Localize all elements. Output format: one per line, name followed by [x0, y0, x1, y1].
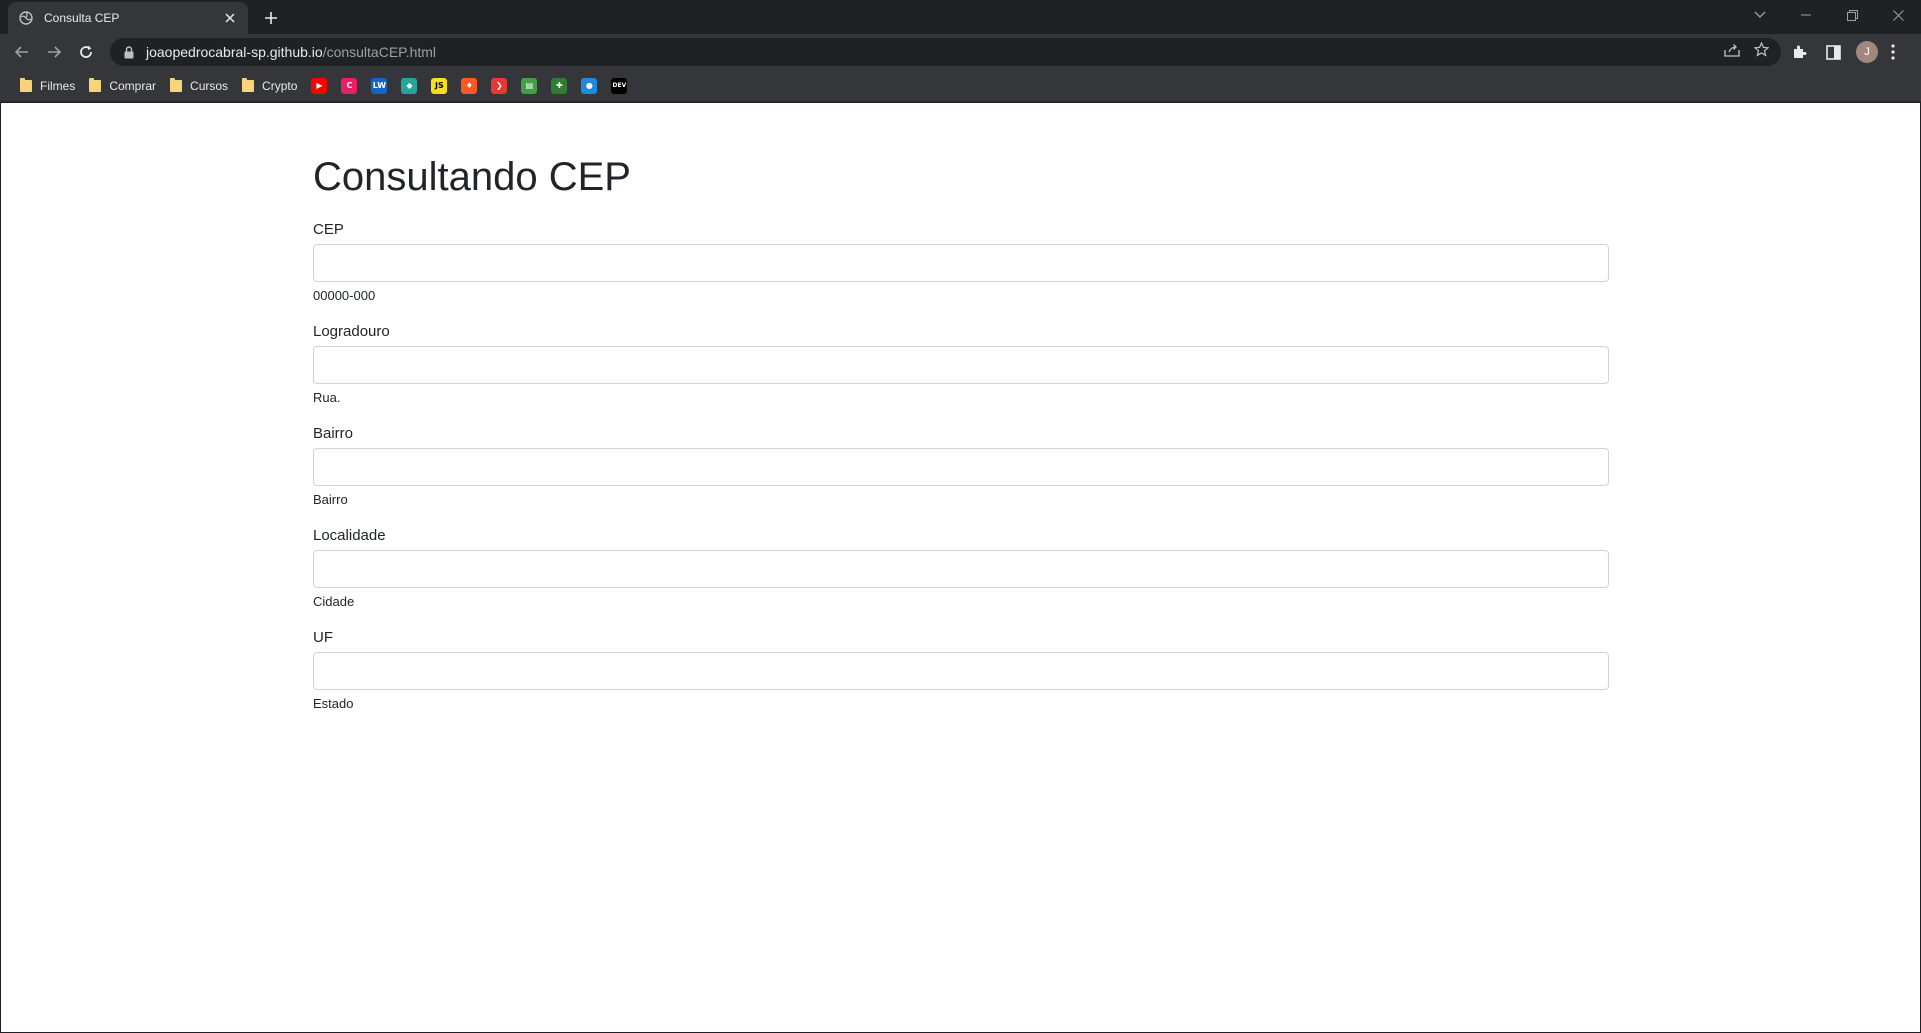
bookmark-label: Comprar — [109, 78, 157, 93]
bookmark-js[interactable]: JS — [425, 74, 453, 98]
field-logradouro: Logradouro Rua. — [313, 323, 1609, 405]
youtube-icon: ▶ — [311, 77, 328, 94]
localidade-label: Localidade — [313, 527, 386, 544]
url-path: /consultaCEP.html — [322, 44, 437, 60]
field-cep: CEP 00000-000 — [313, 221, 1609, 303]
lock-icon[interactable] — [122, 45, 136, 59]
bookmark-multicolor-c[interactable]: C — [335, 74, 363, 98]
page-title: Consultando CEP — [313, 155, 631, 199]
bookmark-label: Filmes — [40, 78, 76, 93]
uf-label: UF — [313, 629, 333, 646]
tab-title: Consulta CEP — [44, 11, 120, 25]
bookmark-icons: ▶ C LW ◆ JS ♦ ❯ ▤ ✚ ● DEV — [305, 74, 635, 98]
field-localidade: Localidade Cidade — [313, 527, 1609, 609]
cep-help: 00000-000 — [313, 288, 376, 303]
field-uf: UF Estado — [313, 629, 1609, 711]
bairro-help: Bairro — [313, 492, 348, 507]
folder-icon — [170, 77, 183, 92]
bookmark-folder-comprar[interactable]: Comprar — [83, 74, 162, 98]
uf-help: Estado — [313, 696, 354, 711]
book-icon: ▤ — [521, 77, 538, 94]
bookmark-dev[interactable]: DEV — [605, 74, 633, 98]
bookmark-folder-crypto[interactable]: Crypto — [236, 74, 303, 98]
localidade-help: Cidade — [313, 594, 355, 609]
field-bairro: Bairro Bairro — [313, 425, 1609, 507]
blue-circle-icon: ● — [581, 77, 598, 94]
forward-button[interactable] — [40, 38, 68, 66]
window-controls — [1737, 0, 1921, 30]
url-text: joaopedrocabral-sp.github.io/consultaCEP… — [146, 44, 436, 60]
bookmark-label: Crypto — [262, 78, 298, 93]
folder-icon — [89, 77, 102, 92]
browser-toolbar: joaopedrocabral-sp.github.io/consultaCEP… — [0, 34, 1921, 70]
close-tab-icon[interactable] — [222, 10, 238, 26]
page-viewport: Consultando CEP CEP 00000-000 Logradouro… — [1, 103, 1920, 1032]
cep-label: CEP — [313, 221, 344, 238]
bookmark-fire[interactable]: ♦ — [455, 74, 483, 98]
bairro-label: Bairro — [313, 425, 354, 442]
kebab-menu-icon[interactable] — [1891, 38, 1895, 66]
bookmark-green-plus[interactable]: ✚ — [545, 74, 573, 98]
dev-icon: DEV — [611, 77, 628, 94]
new-tab-button[interactable] — [258, 6, 284, 30]
globe-icon — [18, 10, 34, 26]
green-plus-icon: ✚ — [551, 77, 568, 94]
extensions-icon[interactable] — [1791, 38, 1807, 66]
lw-icon: LW — [371, 77, 388, 94]
logradouro-label: Logradouro — [313, 323, 390, 340]
bookmark-folder-cursos[interactable]: Cursos — [164, 74, 234, 98]
url-host: joaopedrocabral-sp.github.io — [146, 44, 323, 60]
minimize-button[interactable] — [1783, 0, 1829, 30]
cep-input[interactable] — [313, 244, 1609, 282]
bookmarks-bar: Filmes Comprar Cursos Crypto ▶ C LW ◆ JS ♦ ❯ ▤ ✚… — [0, 70, 1921, 102]
bookmark-label: Cursos — [190, 78, 229, 93]
bookmark-youtube[interactable]: ▶ — [305, 74, 333, 98]
js-icon: JS — [431, 77, 448, 94]
tab-strip: Consulta CEP — [0, 0, 1921, 34]
folder-icon — [242, 77, 255, 92]
bookmark-red-arrow[interactable]: ❯ — [485, 74, 513, 98]
logradouro-help: Rua. — [313, 390, 341, 405]
tab-consulta-cep[interactable]: Consulta CEP — [8, 2, 248, 34]
logradouro-input[interactable] — [313, 346, 1609, 384]
side-panel-icon[interactable] — [1826, 38, 1841, 66]
address-bar[interactable]: joaopedrocabral-sp.github.io/consultaCEP… — [110, 38, 1781, 66]
tab-search-icon[interactable] — [1737, 0, 1783, 30]
localidade-input[interactable] — [313, 550, 1609, 588]
bookmark-lw[interactable]: LW — [365, 74, 393, 98]
bairro-input[interactable] — [313, 448, 1609, 486]
multicolor-c-icon: C — [341, 77, 358, 94]
share-icon[interactable] — [1724, 43, 1740, 62]
bookmark-star-icon[interactable] — [1753, 41, 1770, 62]
bookmark-green-square[interactable]: ◆ — [395, 74, 423, 98]
avatar: J — [1856, 41, 1878, 63]
uf-input[interactable] — [313, 652, 1609, 690]
reload-button[interactable] — [72, 38, 100, 66]
back-button[interactable] — [8, 38, 36, 66]
bookmark-blue-circle[interactable]: ● — [575, 74, 603, 98]
restore-button[interactable] — [1829, 0, 1875, 30]
red-arrow-icon: ❯ — [491, 77, 508, 94]
green-square-icon: ◆ — [401, 77, 418, 94]
form-container: Consultando CEP CEP 00000-000 Logradouro… — [313, 103, 1609, 711]
bookmark-folder-filmes[interactable]: Filmes — [14, 74, 81, 98]
bookmark-book[interactable]: ▤ — [515, 74, 543, 98]
fire-icon: ♦ — [461, 77, 478, 94]
close-window-button[interactable] — [1875, 0, 1921, 30]
profile-avatar[interactable]: J — [1856, 38, 1878, 66]
folder-icon — [20, 77, 32, 92]
